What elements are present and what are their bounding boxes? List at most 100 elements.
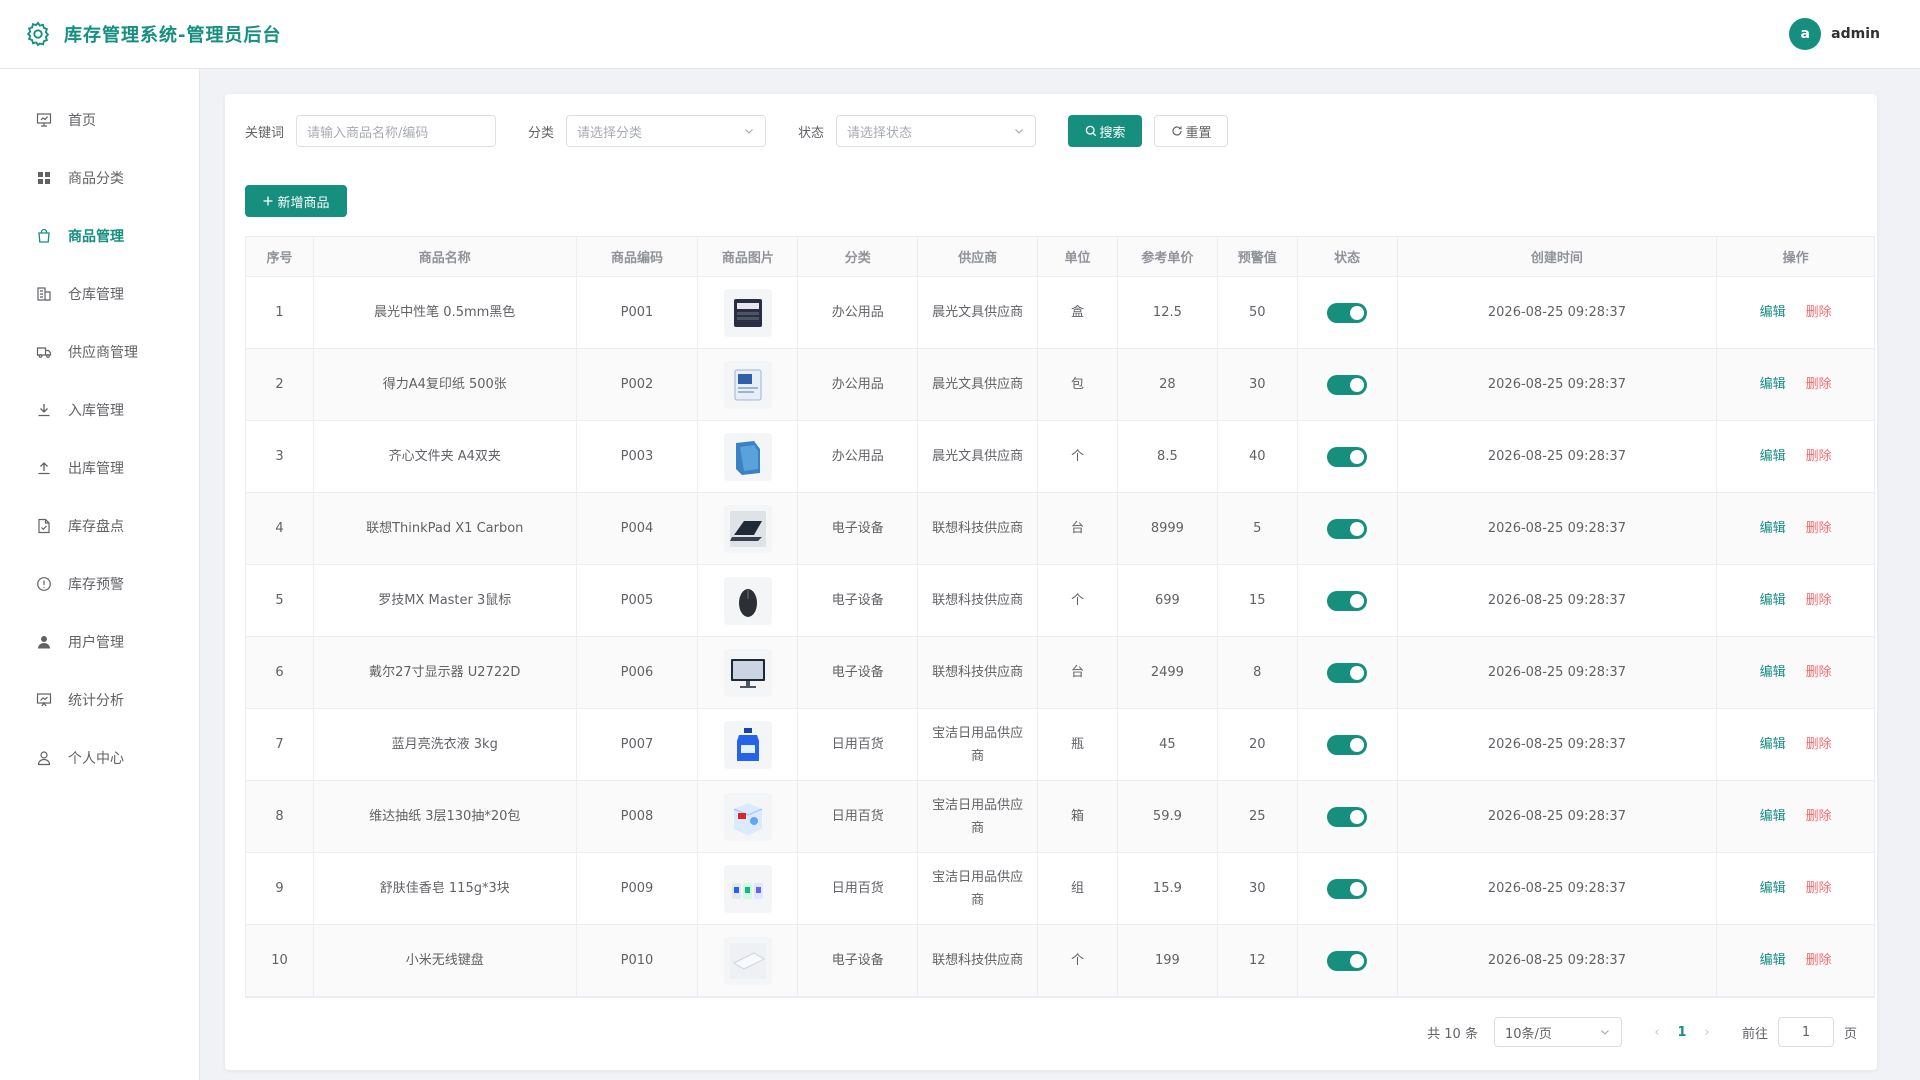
sidebar-item-categories[interactable]: 商品分类 [0,149,199,207]
sidebar-item-label: 供应商管理 [68,345,138,361]
column-header: 供应商 [918,237,1039,276]
cell-name: 戴尔27寸显示器 U2722D [314,637,577,708]
cell-no: 6 [246,637,314,708]
edit-button[interactable]: 编辑 [1760,589,1786,612]
edit-button[interactable]: 编辑 [1760,805,1786,828]
sidebar-item-suppliers[interactable]: 供应商管理 [0,323,199,381]
status-toggle[interactable] [1327,302,1368,323]
cell-created: 2026-08-25 09:28:37 [1398,637,1718,708]
column-header: 参考单价 [1118,237,1218,276]
product-thumbnail[interactable] [723,720,772,769]
sidebar-item-statistics[interactable]: 统计分析 [0,671,199,729]
table-row: 6 戴尔27寸显示器 U2722D P006 电子设备 联想科技供应商台 2499 8 202… [246,637,1874,709]
delete-button[interactable]: 删除 [1806,301,1832,324]
edit-button[interactable]: 编辑 [1760,301,1786,324]
delete-button[interactable]: 删除 [1806,589,1832,612]
status-toggle[interactable] [1327,518,1368,539]
sidebar-item-warehouses[interactable]: 仓库管理 [0,265,199,323]
sidebar-item-outbound[interactable]: 出库管理 [0,439,199,497]
delete-button[interactable]: 删除 [1806,733,1832,756]
status-toggle[interactable] [1327,806,1368,827]
edit-button[interactable]: 编辑 [1760,517,1786,540]
status-toggle[interactable] [1327,374,1368,395]
sidebar-item-label: 商品管理 [68,229,124,245]
product-thumbnail[interactable] [723,288,772,337]
cell-category: 日用百货 [798,709,919,780]
page-size-select[interactable]: 10条/页 [1493,1017,1622,1047]
add-product-button[interactable]: 新增商品 [245,185,347,217]
cell-price: 8.5 [1118,421,1218,492]
cell-supplier: 联想科技供应商 [918,493,1039,564]
delete-button[interactable]: 删除 [1806,805,1832,828]
product-thumbnail[interactable] [723,504,772,553]
product-thumbnail[interactable] [723,432,772,481]
column-header: 创建时间 [1398,237,1718,276]
username[interactable]: admin [1831,26,1880,42]
avatar[interactable]: a [1789,18,1822,50]
delete-button[interactable]: 删除 [1806,445,1832,468]
category-select[interactable]: 请选择分类 [566,115,767,147]
delete-button[interactable]: 删除 [1806,661,1832,684]
sidebar-item-users[interactable]: 用户管理 [0,613,199,671]
status-toggle[interactable] [1327,446,1368,467]
cell-actions: 编辑 删除 [1717,781,1874,852]
delete-button[interactable]: 删除 [1806,517,1832,540]
cell-status [1298,421,1398,492]
status-toggle[interactable] [1327,590,1368,611]
status-toggle[interactable] [1327,878,1368,899]
edit-button[interactable]: 编辑 [1760,733,1786,756]
delete-button[interactable]: 删除 [1806,877,1832,900]
delete-button[interactable]: 删除 [1806,373,1832,396]
cell-no: 4 [246,493,314,564]
cell-category: 办公用品 [798,349,919,420]
table-row: 8 维达抽纸 3层130抽*20包 P008 日用百货 宝洁日用品供应商箱 59.9 25 2… [246,781,1874,853]
cell-unit: 个 [1038,925,1118,996]
sidebar-item-profile[interactable]: 个人中心 [0,729,199,787]
user-menu[interactable]: a admin [1789,18,1880,50]
edit-button[interactable]: 编辑 [1760,373,1786,396]
cell-created: 2026-08-25 09:28:37 [1398,421,1718,492]
next-page-button[interactable]: › [1698,1025,1716,1040]
edit-button[interactable]: 编辑 [1760,877,1786,900]
page-number[interactable]: 1 [1666,1025,1698,1040]
keyword-input[interactable]: 请输入商品名称/编码 [296,115,497,147]
product-thumbnail[interactable] [723,864,772,913]
edit-button[interactable]: 编辑 [1760,949,1786,972]
status-toggle[interactable] [1327,662,1368,683]
cell-status [1298,565,1398,636]
cell-category: 办公用品 [798,421,919,492]
table-row: 1 晨光中性笔 0.5mm黑色 P001 办公用品 晨光文具供应商盒 12.5 50 2026… [246,277,1874,349]
reset-button[interactable]: 重置 [1154,115,1229,147]
status-toggle[interactable] [1327,734,1368,755]
sidebar-item-home[interactable]: 首页 [0,91,199,149]
goto-page-input[interactable]: 1 [1777,1017,1834,1047]
sidebar-item-products[interactable]: 商品管理 [0,207,199,265]
search-button[interactable]: 搜索 [1068,115,1143,147]
cell-price: 15.9 [1118,853,1218,924]
cell-status [1298,493,1398,564]
filter-bar: 关键词 请输入商品名称/编码 分类 请选择分类 状态 请选择状态 搜索 重置 [245,115,1229,147]
cell-created: 2026-08-25 09:28:37 [1398,709,1718,780]
status-select[interactable]: 请选择状态 [836,115,1037,147]
product-thumbnail[interactable] [723,792,772,841]
column-header: 分类 [798,237,919,276]
product-thumbnail[interactable] [723,576,772,625]
cell-code: P007 [577,709,699,780]
user-icon [37,751,51,766]
product-thumbnail[interactable] [723,360,772,409]
sidebar-item-inbound[interactable]: 入库管理 [0,381,199,439]
cell-category: 办公用品 [798,277,919,348]
table-row: 3 齐心文件夹 A4双夹 P003 办公用品 晨光文具供应商个 8.5 40 2026-08-… [246,421,1874,493]
edit-button[interactable]: 编辑 [1760,661,1786,684]
edit-button[interactable]: 编辑 [1760,445,1786,468]
cell-actions: 编辑 删除 [1717,277,1874,348]
product-thumbnail[interactable] [723,648,772,697]
cell-actions: 编辑 删除 [1717,709,1874,780]
status-toggle[interactable] [1327,950,1368,971]
sidebar-item-stocktaking[interactable]: 库存盘点 [0,497,199,555]
delete-button[interactable]: 删除 [1806,949,1832,972]
cell-created: 2026-08-25 09:28:37 [1398,781,1718,852]
prev-page-button[interactable]: ‹ [1648,1025,1666,1040]
product-thumbnail[interactable] [723,936,772,985]
sidebar-item-stock-alert[interactable]: 库存预警 [0,555,199,613]
